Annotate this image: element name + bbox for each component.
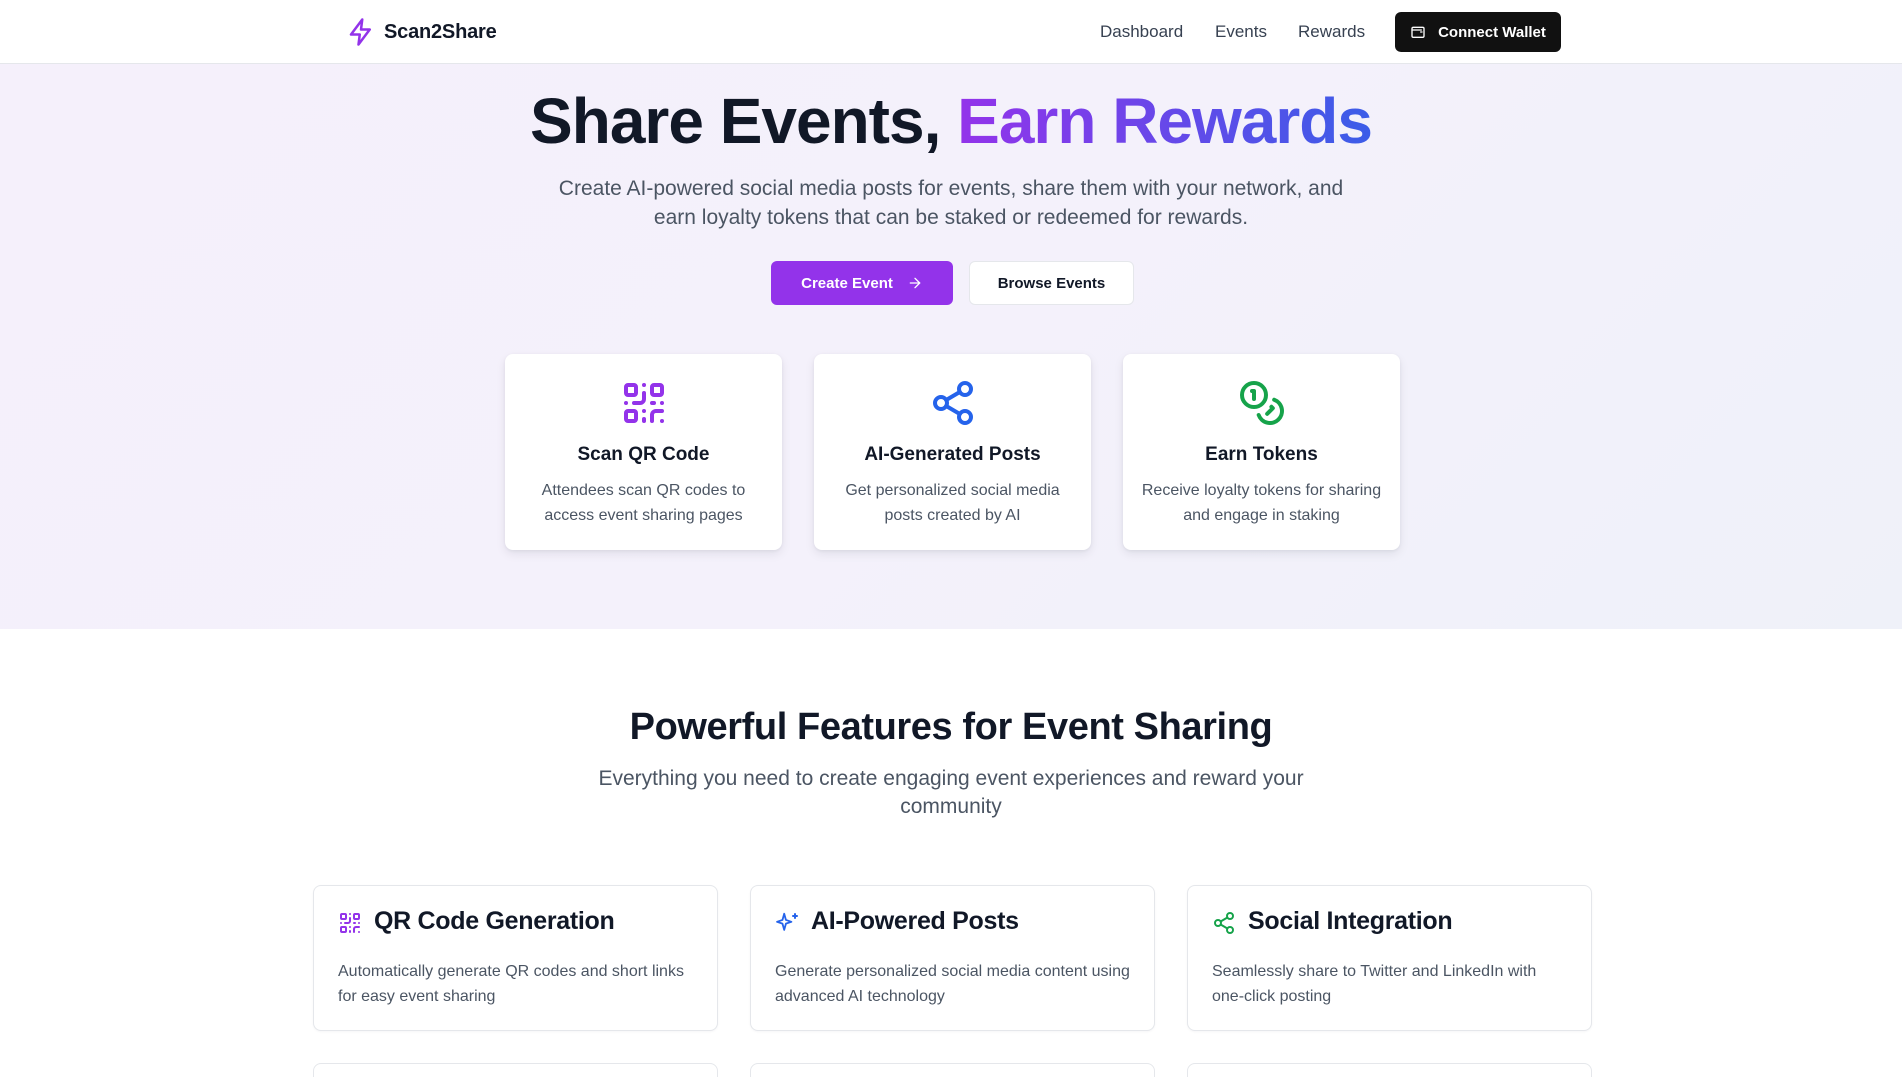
share-icon: [932, 381, 973, 425]
connect-wallet-label: Connect Wallet: [1438, 23, 1546, 41]
feature-card-partial: [1187, 1063, 1592, 1077]
hero-title-gradient: Earn Rewards: [957, 85, 1373, 157]
feature-title: Social Integration: [1248, 907, 1453, 935]
qr-code-icon: [623, 383, 664, 424]
step-title: AI-Generated Posts: [864, 444, 1041, 465]
hero-section: Share Events, Earn Rewards Create AI-pow…: [0, 64, 1902, 629]
share-icon: [1214, 912, 1234, 934]
wallet-icon: [1411, 26, 1425, 38]
browse-events-button[interactable]: Browse Events: [969, 261, 1134, 305]
feature-description: Automatically generate QR codes and shor…: [338, 963, 684, 1005]
brand-name: Scan2Share: [384, 20, 497, 43]
hero-subtitle: Create AI-powered social media posts for…: [558, 177, 1344, 229]
step-card-scan-qr: Scan QR Code Attendees scan QR codes to …: [505, 354, 782, 550]
feature-card-ai-posts: AI-Powered Posts Generate personalized s…: [750, 885, 1155, 1031]
feature-description: Seamlessly share to Twitter and LinkedIn…: [1212, 963, 1537, 1005]
feature-card-qr-generation: QR Code Generation Automatically generat…: [313, 885, 718, 1031]
step-description: Receive loyalty tokens for sharing and e…: [1141, 482, 1382, 524]
qr-code-icon: [340, 913, 360, 934]
feature-description: Generate personalized social media conte…: [775, 963, 1130, 1005]
sparkles-icon: [776, 912, 798, 931]
lightning-bolt-icon: [349, 18, 371, 46]
arrow-right-icon: [909, 277, 921, 289]
brand-logo-link[interactable]: Scan2Share: [346, 15, 497, 49]
features-heading: Powerful Features for Event Sharing: [629, 706, 1273, 748]
feature-card-partial: [750, 1063, 1155, 1077]
nav-link-rewards[interactable]: Rewards: [1298, 22, 1365, 42]
connect-wallet-button[interactable]: Connect Wallet: [1395, 12, 1561, 52]
top-nav-bar: Scan2Share Dashboard Events Rewards Conn…: [0, 0, 1902, 64]
hero-title-plain: Share Events,: [530, 85, 958, 157]
coins-icon: [1239, 381, 1284, 425]
step-title: Earn Tokens: [1205, 444, 1318, 465]
nav-link-dashboard[interactable]: Dashboard: [1100, 22, 1183, 42]
step-card-earn-tokens: Earn Tokens Receive loyalty tokens for s…: [1123, 354, 1400, 550]
hero-title: Share Events, Earn Rewards: [0, 84, 1902, 158]
step-title: Scan QR Code: [577, 444, 710, 465]
feature-card-social-integration: Social Integration Seamlessly share to T…: [1187, 885, 1592, 1031]
feature-title: QR Code Generation: [374, 907, 615, 935]
nav-link-events[interactable]: Events: [1215, 22, 1267, 42]
step-description: Attendees scan QR codes to access event …: [541, 482, 746, 524]
step-card-ai-posts: AI-Generated Posts Get personalized soci…: [814, 354, 1091, 550]
features-subtitle: Everything you need to create engaging e…: [598, 767, 1304, 818]
feature-card-partial: [313, 1063, 718, 1077]
feature-title: AI-Powered Posts: [811, 907, 1019, 935]
create-event-label: Create Event: [801, 274, 893, 292]
step-description: Get personalized social media posts crea…: [845, 482, 1060, 524]
create-event-button[interactable]: Create Event: [771, 261, 953, 305]
